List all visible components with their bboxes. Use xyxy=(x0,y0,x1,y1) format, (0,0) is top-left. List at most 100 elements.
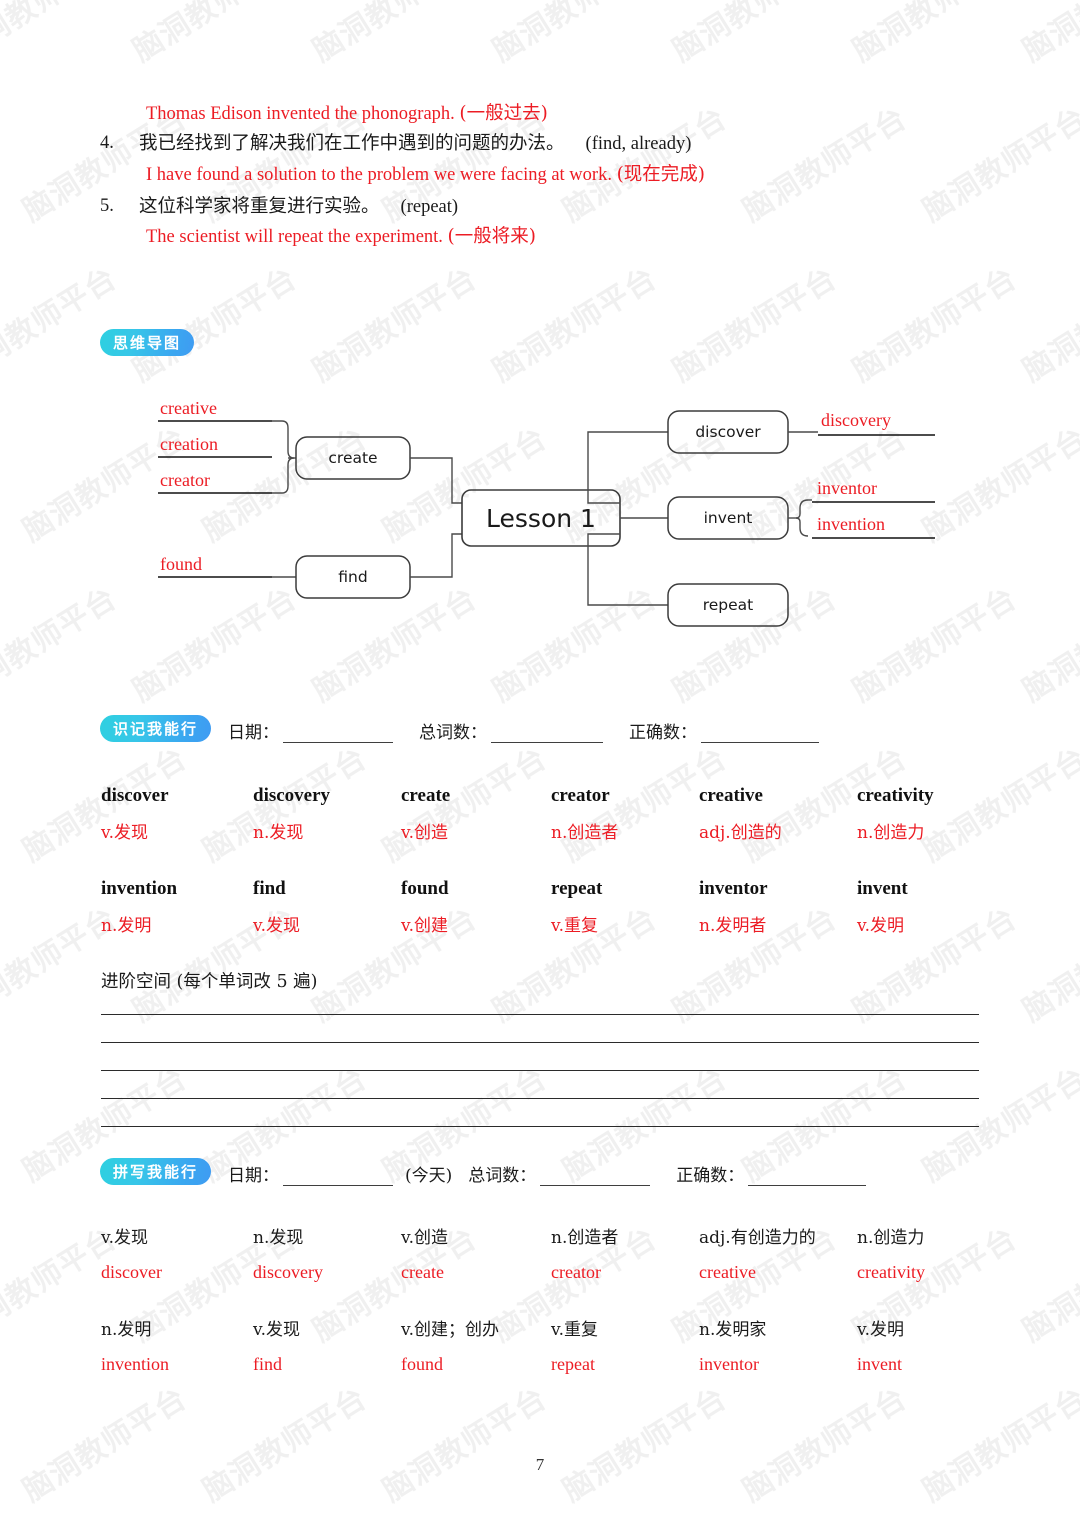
watermark-text: 脑洞教师平台 xyxy=(847,581,1023,709)
watermark-text: 脑洞教师平台 xyxy=(1017,261,1080,389)
watermark-text: 脑洞教师平台 xyxy=(487,261,663,389)
spelling-date-blank[interactable] xyxy=(283,1168,393,1186)
practice-rule-line[interactable] xyxy=(101,1042,979,1043)
spelling-word: found xyxy=(401,1354,443,1374)
practice-rule-line[interactable] xyxy=(101,1014,979,1015)
vocab-meaning: n.发明者 xyxy=(699,916,767,936)
spelling-cell: v.创造 create xyxy=(401,1223,551,1283)
exercise-5-hint: (repeat) xyxy=(400,197,459,217)
watermark-text: 脑洞教师平台 xyxy=(917,421,1080,549)
watermark-text: 脑洞教师平台 xyxy=(847,0,1023,69)
practice-rule-line[interactable] xyxy=(101,1098,979,1099)
exercise-4-prompt-row: 我已经找到了解决我们在工作中遇到的问题的办法。 (find, already) xyxy=(139,133,691,155)
spelling-correct-blank[interactable] xyxy=(748,1168,867,1186)
vocab-word: invention xyxy=(101,878,178,899)
watermark-text: 脑洞教师平台 xyxy=(487,0,663,69)
vocab-cell: find v.发现 xyxy=(253,878,401,936)
vocab-meaning: n.发现 xyxy=(253,823,304,843)
exercise-4-tense: (现在完成) xyxy=(616,164,706,185)
spelling-meaning: adj.有创造力的 xyxy=(699,1228,816,1248)
spelling-correct-label: 正确数： xyxy=(676,1166,745,1186)
watermark-text: 脑洞教师平台 xyxy=(197,421,373,549)
spelling-word: inventor xyxy=(699,1354,759,1374)
watermark-text: 脑洞教师平台 xyxy=(127,581,303,709)
recognition-row-2: invention n.发明 find v.发现 found v.创建 repe… xyxy=(101,878,1001,936)
vocab-word: inventor xyxy=(699,878,768,899)
watermark-text: 脑洞教师平台 xyxy=(127,0,303,69)
exercise-4-hint: (find, already) xyxy=(585,134,692,154)
watermark-text: 脑洞教师平台 xyxy=(17,1381,193,1509)
recognition-row-1: discover v.发现 discovery n.发现 create v.创造… xyxy=(101,785,1001,843)
spelling-word: discover xyxy=(101,1262,162,1282)
vocab-meaning: n.发明 xyxy=(101,916,152,936)
vocab-cell: found v.创建 xyxy=(401,878,551,936)
vocab-meaning: v.创建 xyxy=(401,916,448,936)
vocab-meaning: v.发现 xyxy=(101,823,148,843)
vocab-meaning: v.发现 xyxy=(253,916,300,936)
exercise-5-prompt-row: 这位科学家将重复进行实验。 (repeat) xyxy=(139,196,458,218)
spelling-meaning: v.发明 xyxy=(857,1320,904,1340)
spelling-word: creativity xyxy=(857,1262,925,1282)
vocab-word: discover xyxy=(101,785,169,806)
spelling-meaning: n.发明 xyxy=(101,1320,152,1340)
badge-spelling: 拼写我能行 xyxy=(100,1158,212,1185)
exercise-5-answer: The scientist will repeat the experiment… xyxy=(146,226,536,248)
branch-word-invention: invention xyxy=(817,514,885,534)
mindmap-center-lesson: Lesson 1 xyxy=(486,503,596,533)
vocab-word: find xyxy=(253,878,286,899)
branch-word-found: found xyxy=(160,554,202,574)
recognition-total-blank[interactable] xyxy=(491,725,603,743)
vocab-cell: discover v.发现 xyxy=(101,785,253,843)
watermark-text: 脑洞教师平台 xyxy=(667,0,843,69)
mindmap-node-find: find xyxy=(338,568,368,586)
spelling-meaning: n.发现 xyxy=(253,1228,304,1248)
spelling-cell: n.发明家 inventor xyxy=(699,1315,857,1375)
recognition-date-blank[interactable] xyxy=(283,725,393,743)
watermark-text: 脑洞教师平台 xyxy=(557,101,733,229)
spelling-total-blank[interactable] xyxy=(540,1168,651,1186)
watermark-text: 脑洞教师平台 xyxy=(0,261,123,389)
watermark-text: 脑洞教师平台 xyxy=(847,261,1023,389)
watermark-text: 脑洞教师平台 xyxy=(557,1381,733,1509)
mindmap-node-repeat: repeat xyxy=(702,596,754,614)
practice-rule-line[interactable] xyxy=(101,1070,979,1071)
exercise-4-number: 4. xyxy=(100,133,114,153)
vocab-word: repeat xyxy=(551,878,603,899)
spelling-meaning: v.重复 xyxy=(551,1320,598,1340)
spelling-total-label: 总词数： xyxy=(468,1166,537,1186)
worksheet-page: 脑洞教师平台 脑洞教师平台 脑洞教师平台 脑洞教师平台 脑洞教师平台 脑洞教师平台 脑洞教师… xyxy=(0,0,1080,1527)
watermark-text: 脑洞教师平台 xyxy=(667,261,843,389)
vocab-meaning: v.发明 xyxy=(857,916,904,936)
spelling-cell: v.发现 discover xyxy=(101,1223,253,1283)
spelling-meaning: v.发现 xyxy=(253,1320,300,1340)
spelling-cell: n.创造力 creativity xyxy=(857,1223,1001,1283)
recognition-correct-blank[interactable] xyxy=(701,725,819,743)
spelling-meta-row: 日期： (今天) 总词数： 正确数： xyxy=(228,1161,867,1186)
vocab-word: creator xyxy=(551,785,610,806)
vocab-word: invent xyxy=(857,878,908,899)
watermark-text: 脑洞教师平台 xyxy=(197,1381,373,1509)
practice-rule-line[interactable] xyxy=(101,1126,979,1127)
spelling-word: invent xyxy=(857,1354,902,1374)
spelling-word: invention xyxy=(101,1354,169,1374)
spelling-meaning: n.发明家 xyxy=(699,1320,767,1340)
vocab-cell: creative adj.创造的 xyxy=(699,785,857,843)
spelling-meaning: v.发现 xyxy=(101,1228,148,1248)
exercise-3-answer: Thomas Edison invented the phonograph. (… xyxy=(146,103,548,125)
exercise-3-answer-text: Thomas Edison invented the phonograph. xyxy=(146,104,455,124)
exercise-4-answer-text: I have found a solution to the problem w… xyxy=(146,165,612,185)
branch-word-discovery: discovery xyxy=(821,410,891,430)
spelling-word: find xyxy=(253,1354,282,1374)
exercise-5-answer-text: The scientist will repeat the experiment… xyxy=(146,227,443,247)
watermark-text: 脑洞教师平台 xyxy=(917,1061,1080,1189)
watermark-text: 脑洞教师平台 xyxy=(1017,901,1080,1029)
spelling-word: creative xyxy=(699,1262,756,1282)
vocab-meaning: v.重复 xyxy=(551,916,598,936)
spelling-cell: n.发现 discovery xyxy=(253,1223,401,1283)
exercise-4-prompt: 我已经找到了解决我们在工作中遇到的问题的办法。 xyxy=(139,133,565,154)
spelling-cell: v.发现 find xyxy=(253,1315,401,1375)
watermark-text: 脑洞教师平台 xyxy=(737,1381,913,1509)
vocab-word: creativity xyxy=(857,785,934,806)
spelling-today-label: (今天) xyxy=(405,1166,453,1186)
watermark-text: 脑洞教师平台 xyxy=(0,581,123,709)
